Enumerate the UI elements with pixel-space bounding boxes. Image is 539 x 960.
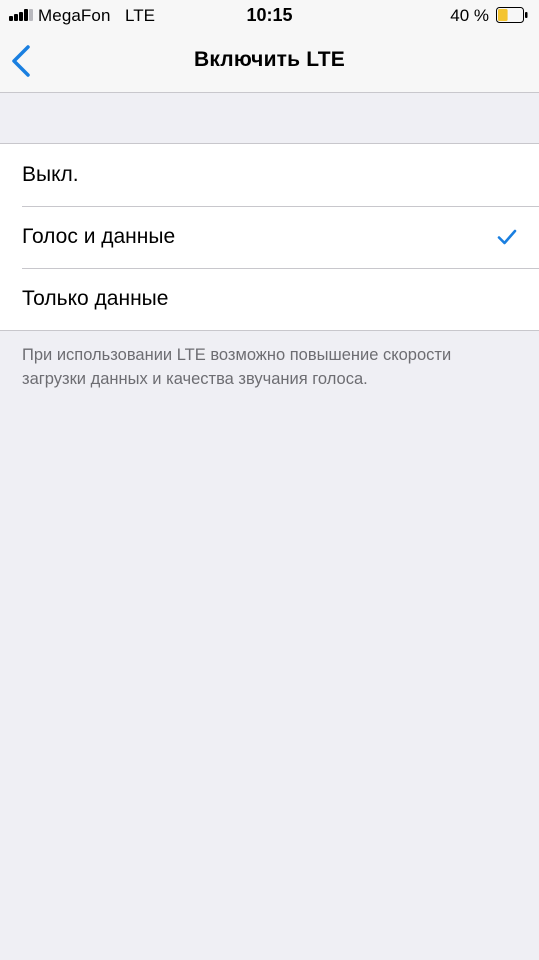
status-bar: MegaFon LTE 10:15 40 % [0,0,539,31]
battery-fill [498,9,508,21]
option-label: Только данные [22,287,169,310]
option-label: Выкл. [22,163,79,186]
option-label: Голос и данные [22,225,176,248]
footer-note: При использовании LTE возможно повышение… [22,346,452,388]
checkmark-icon [497,229,517,245]
page-title: Включить LTE [193,48,346,71]
battery-percent: 40 % [450,6,489,25]
option-data-only[interactable]: Только данные [0,268,539,330]
battery-icon [496,7,528,23]
lte-options-list: Выкл. Голос и данные Только данные [0,143,539,331]
option-voice-and-data[interactable]: Голос и данные [0,206,539,268]
option-off[interactable]: Выкл. [0,144,539,206]
navigation-bar: Включить LTE [0,31,539,93]
